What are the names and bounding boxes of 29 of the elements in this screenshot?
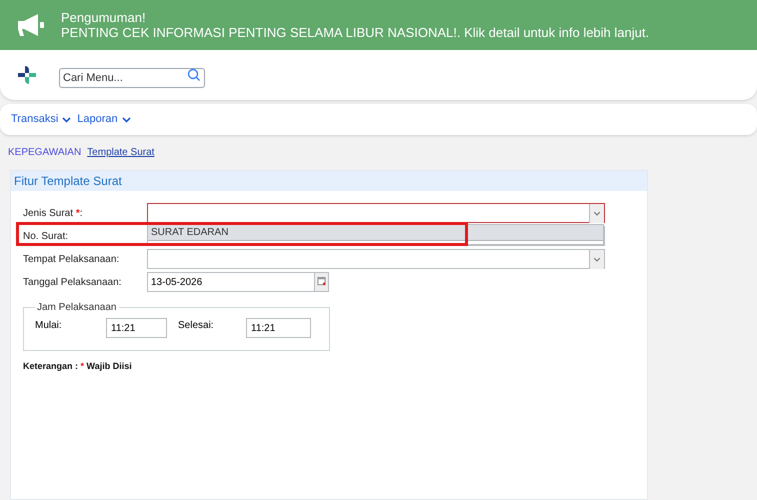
announcement-title: Pengumuman! [61,10,147,25]
chevron-down-icon[interactable] [589,204,604,223]
chevron-down-icon [122,116,131,122]
time-field[interactable]: 11:21 [106,318,167,338]
logo-icon[interactable] [16,64,38,86]
field-label: Mulai: [35,319,63,333]
panel-title: Fitur Template Surat [14,173,122,190]
date-field[interactable]: 13-05-2026 [147,272,315,292]
field-label: No. Surat: [23,230,70,244]
required-note: Keterangan : * Wajib Diisi [23,360,133,373]
dropdown-option[interactable]: SURAT EDARAN [148,225,603,241]
group-legend: Jam Pelaksanaan [35,300,118,315]
megaphone-icon [16,13,46,37]
field-label: Jenis Surat *: [23,206,84,220]
breadcrumb-link[interactable]: KEPEGAWAIAN [8,145,82,160]
select-field[interactable] [147,249,605,269]
calendar-icon[interactable] [315,272,329,292]
field-label: Tempat Pelaksanaan: [23,252,120,266]
search-field[interactable]: Cari Menu... [59,68,205,88]
select-field[interactable] [147,203,605,223]
breadcrumb-link[interactable]: Template Surat [87,145,154,160]
chevron-down-icon[interactable] [589,250,604,269]
field-label: Selesai: [178,319,215,333]
search-icon[interactable] [187,68,201,82]
nav-menu[interactable]: Laporan [77,111,131,128]
nav-menu[interactable]: Transaksi [11,111,72,128]
field-label: Tanggal Pelaksanaan: [23,276,122,290]
time-field[interactable]: 11:21 [246,318,311,338]
chevron-down-icon [62,116,72,122]
